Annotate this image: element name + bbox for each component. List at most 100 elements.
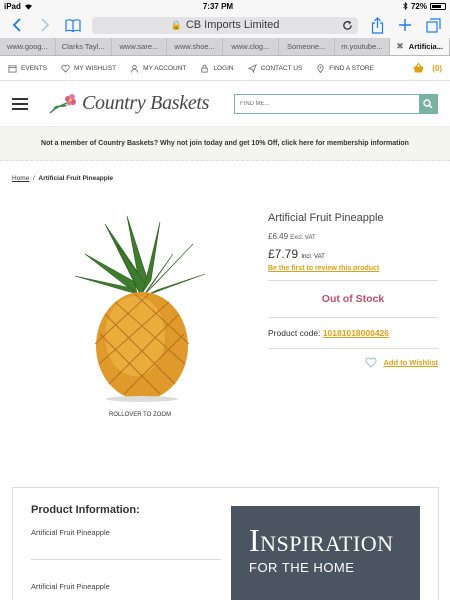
battery-percent: 72% (410, 1, 427, 11)
price-excl-value: £6.49 (268, 232, 289, 241)
product-code: Product code: 10181018000426 (268, 326, 438, 340)
tabs-overview-icon[interactable] (424, 16, 442, 34)
logo-text: Country Baskets (82, 92, 210, 114)
wishlist-link[interactable]: MY WISHLIST (61, 64, 116, 73)
site-title: CB Imports Limited (185, 19, 280, 31)
browser-tab[interactable]: www.goog... (0, 38, 56, 55)
price-excl-vat: £6.49 Excl. VAT (268, 232, 438, 241)
share-icon[interactable] (368, 16, 386, 34)
price-incl-value: £7.79 (268, 247, 299, 261)
device-name: iPad (4, 1, 21, 11)
divider (268, 317, 438, 318)
stock-status: Out of Stock (321, 293, 385, 305)
product-image[interactable] (65, 214, 215, 404)
new-tab-plus-icon[interactable] (396, 16, 414, 34)
store-label: FIND A STORE (329, 64, 374, 72)
battery-icon (430, 2, 446, 10)
paper-plane-icon (247, 63, 257, 73)
account-label: MY ACCOUNT (143, 64, 187, 72)
product-section: ROLLOVER TO ZOOM Artificial Fruit Pineap… (0, 182, 450, 444)
breadcrumb-current: Artificial Fruit Pineapple (38, 175, 114, 182)
breadcrumb-separator: / (32, 175, 35, 182)
promo-text: Not a member of Country Baskets? Why not… (41, 140, 409, 147)
search-icon (423, 98, 433, 109)
inspiration-banner[interactable]: Inspiration FOR THE HOME (231, 506, 420, 600)
events-label: EVENTS (21, 64, 48, 72)
browser-tab[interactable]: www.sare... (112, 38, 168, 55)
info-description-2: Artificial Fruit Pineapple (31, 582, 110, 591)
site-header: Country Baskets (0, 81, 450, 127)
forward-chevron-icon[interactable] (36, 16, 54, 34)
calendar-icon (8, 64, 17, 73)
review-link[interactable]: Be the first to review this product (268, 265, 438, 272)
basket-icon (413, 63, 424, 73)
flower-logo-icon (49, 93, 76, 114)
map-pin-icon (317, 63, 324, 73)
browser-toolbar: 🔒 CB Imports Limited (0, 12, 450, 38)
bookmarks-icon[interactable] (64, 16, 82, 34)
wishlist-label: Add to Wishlist (383, 358, 438, 367)
store-link[interactable]: FIND A STORE (316, 63, 374, 73)
login-link[interactable]: LOGIN (200, 64, 234, 73)
user-icon (131, 64, 139, 73)
browser-tab[interactable]: m.youtube... (335, 38, 391, 55)
close-tab-icon[interactable]: ✖ (396, 41, 404, 52)
heart-icon (61, 64, 70, 73)
reload-icon[interactable] (341, 19, 354, 32)
product-image-column: ROLLOVER TO ZOOM (12, 210, 268, 444)
price-incl-vat: £7.79 Incl. VAT (268, 247, 438, 261)
browser-tab[interactable]: www.shoe... (167, 38, 223, 55)
wifi-icon (24, 3, 32, 10)
banner-subheading: FOR THE HOME (249, 560, 355, 575)
cart-link[interactable]: (0) (413, 63, 442, 73)
login-label: LOGIN (213, 64, 234, 72)
tab-label: Someone... (286, 42, 326, 51)
bluetooth-icon (403, 2, 408, 10)
utility-links: EVENTS MY WISHLIST MY ACCOUNT LOGIN CONT… (0, 56, 450, 81)
tab-label: www.shoe... (174, 42, 215, 51)
lock-icon: 🔒 (170, 19, 182, 30)
product-code-link[interactable]: 10181018000426 (323, 328, 389, 338)
site-logo[interactable]: Country Baskets (48, 92, 209, 115)
heart-icon (365, 357, 378, 368)
events-link[interactable]: EVENTS (8, 64, 47, 73)
back-chevron-icon[interactable] (8, 16, 26, 34)
browser-tab[interactable]: www.clog... (223, 38, 279, 55)
status-bar: iPad 7:37 PM 72% (0, 0, 450, 12)
tab-label: Clarks Tayl... (61, 42, 105, 51)
divider (31, 559, 221, 560)
product-title: Artificial Fruit Pineapple (268, 212, 384, 224)
product-details: Artificial Fruit Pineapple £6.49 Excl. V… (268, 210, 438, 444)
product-information-panel: Product Information: Artificial Fruit Pi… (12, 487, 439, 600)
tab-label: www.clog... (231, 42, 270, 51)
price-incl-label: Incl. VAT (301, 254, 325, 260)
banner-heading: Inspiration (249, 522, 394, 558)
browser-tab[interactable]: Clarks Tayl... (56, 38, 112, 55)
clock: 7:37 PM (202, 1, 234, 11)
wishlist-label: MY WISHLIST (74, 64, 117, 72)
price-excl-label: Excl. VAT (290, 235, 316, 241)
contact-label: CONTACT US (260, 64, 303, 72)
contact-link[interactable]: CONTACT US (247, 63, 303, 73)
address-bar[interactable]: 🔒 CB Imports Limited (92, 16, 358, 34)
breadcrumb-home-link[interactable]: Home (12, 175, 29, 182)
browser-tab[interactable]: Someone... (279, 38, 335, 55)
browser-tab-active[interactable]: ✖ Artificia... (390, 38, 450, 55)
search-box (234, 93, 438, 114)
zoom-note: ROLLOVER TO ZOOM (108, 412, 172, 418)
cart-count: (0) (432, 63, 442, 73)
lock-icon (201, 64, 209, 73)
add-to-wishlist-button[interactable]: Add to Wishlist (268, 357, 438, 368)
tab-bar: www.goog... Clarks Tayl... www.sare... w… (0, 38, 450, 56)
account-link[interactable]: MY ACCOUNT (130, 64, 186, 73)
search-button[interactable] (419, 94, 437, 113)
membership-promo-link[interactable]: Not a member of Country Baskets? Why not… (0, 127, 450, 161)
divider (268, 280, 438, 281)
info-description: Artificial Fruit Pineapple (31, 528, 110, 537)
menu-hamburger-icon[interactable] (12, 97, 28, 110)
breadcrumb: Home / Artificial Fruit Pineapple (0, 161, 450, 182)
info-heading: Product Information: (31, 504, 140, 516)
divider (268, 348, 438, 349)
product-information: Product Information: Artificial Fruit Pi… (13, 488, 231, 600)
search-input[interactable] (235, 94, 419, 113)
